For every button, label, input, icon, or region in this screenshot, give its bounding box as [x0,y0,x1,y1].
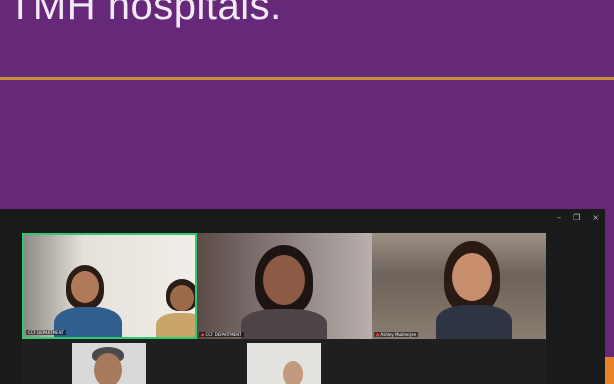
participant-video [24,235,195,337]
participant-video [197,233,372,339]
video-tile-1[interactable]: CCF DEPARTMENT [22,233,197,339]
video-tile-3[interactable]: ●Ashley Mukherjee [372,233,546,339]
participant-video [72,343,146,384]
slide-title: TMH hospitals. [8,0,282,28]
participant-name-tag: ●Ashley Mukherjee [374,332,419,337]
participant-video [372,233,546,339]
participant-name-tag: ●CCF DEPARTMENT [199,332,244,337]
restore-button[interactable]: ❐ [573,213,580,222]
title-rule [0,77,614,80]
muted-mic-icon: ● [376,332,380,337]
video-tile-4[interactable] [72,343,146,384]
participant-name-tag: CCF DEPARTMENT [26,330,67,335]
window-controls: – ❐ × [557,213,599,222]
muted-mic-icon: ● [201,332,205,337]
side-tab [605,357,614,384]
close-button[interactable]: × [592,213,599,222]
minimize-button[interactable]: – [557,213,561,222]
participant-video [247,343,321,384]
video-gallery: CCF DEPARTMENT ●CCF DEPARTMENT ●Ashley M… [22,233,546,384]
meeting-window: – ❐ × CCF DEPARTMENT ●CCF DEPARTMENT ●As… [0,209,605,384]
video-tile-5[interactable] [247,343,321,384]
video-tile-2[interactable]: ●CCF DEPARTMENT [197,233,372,339]
